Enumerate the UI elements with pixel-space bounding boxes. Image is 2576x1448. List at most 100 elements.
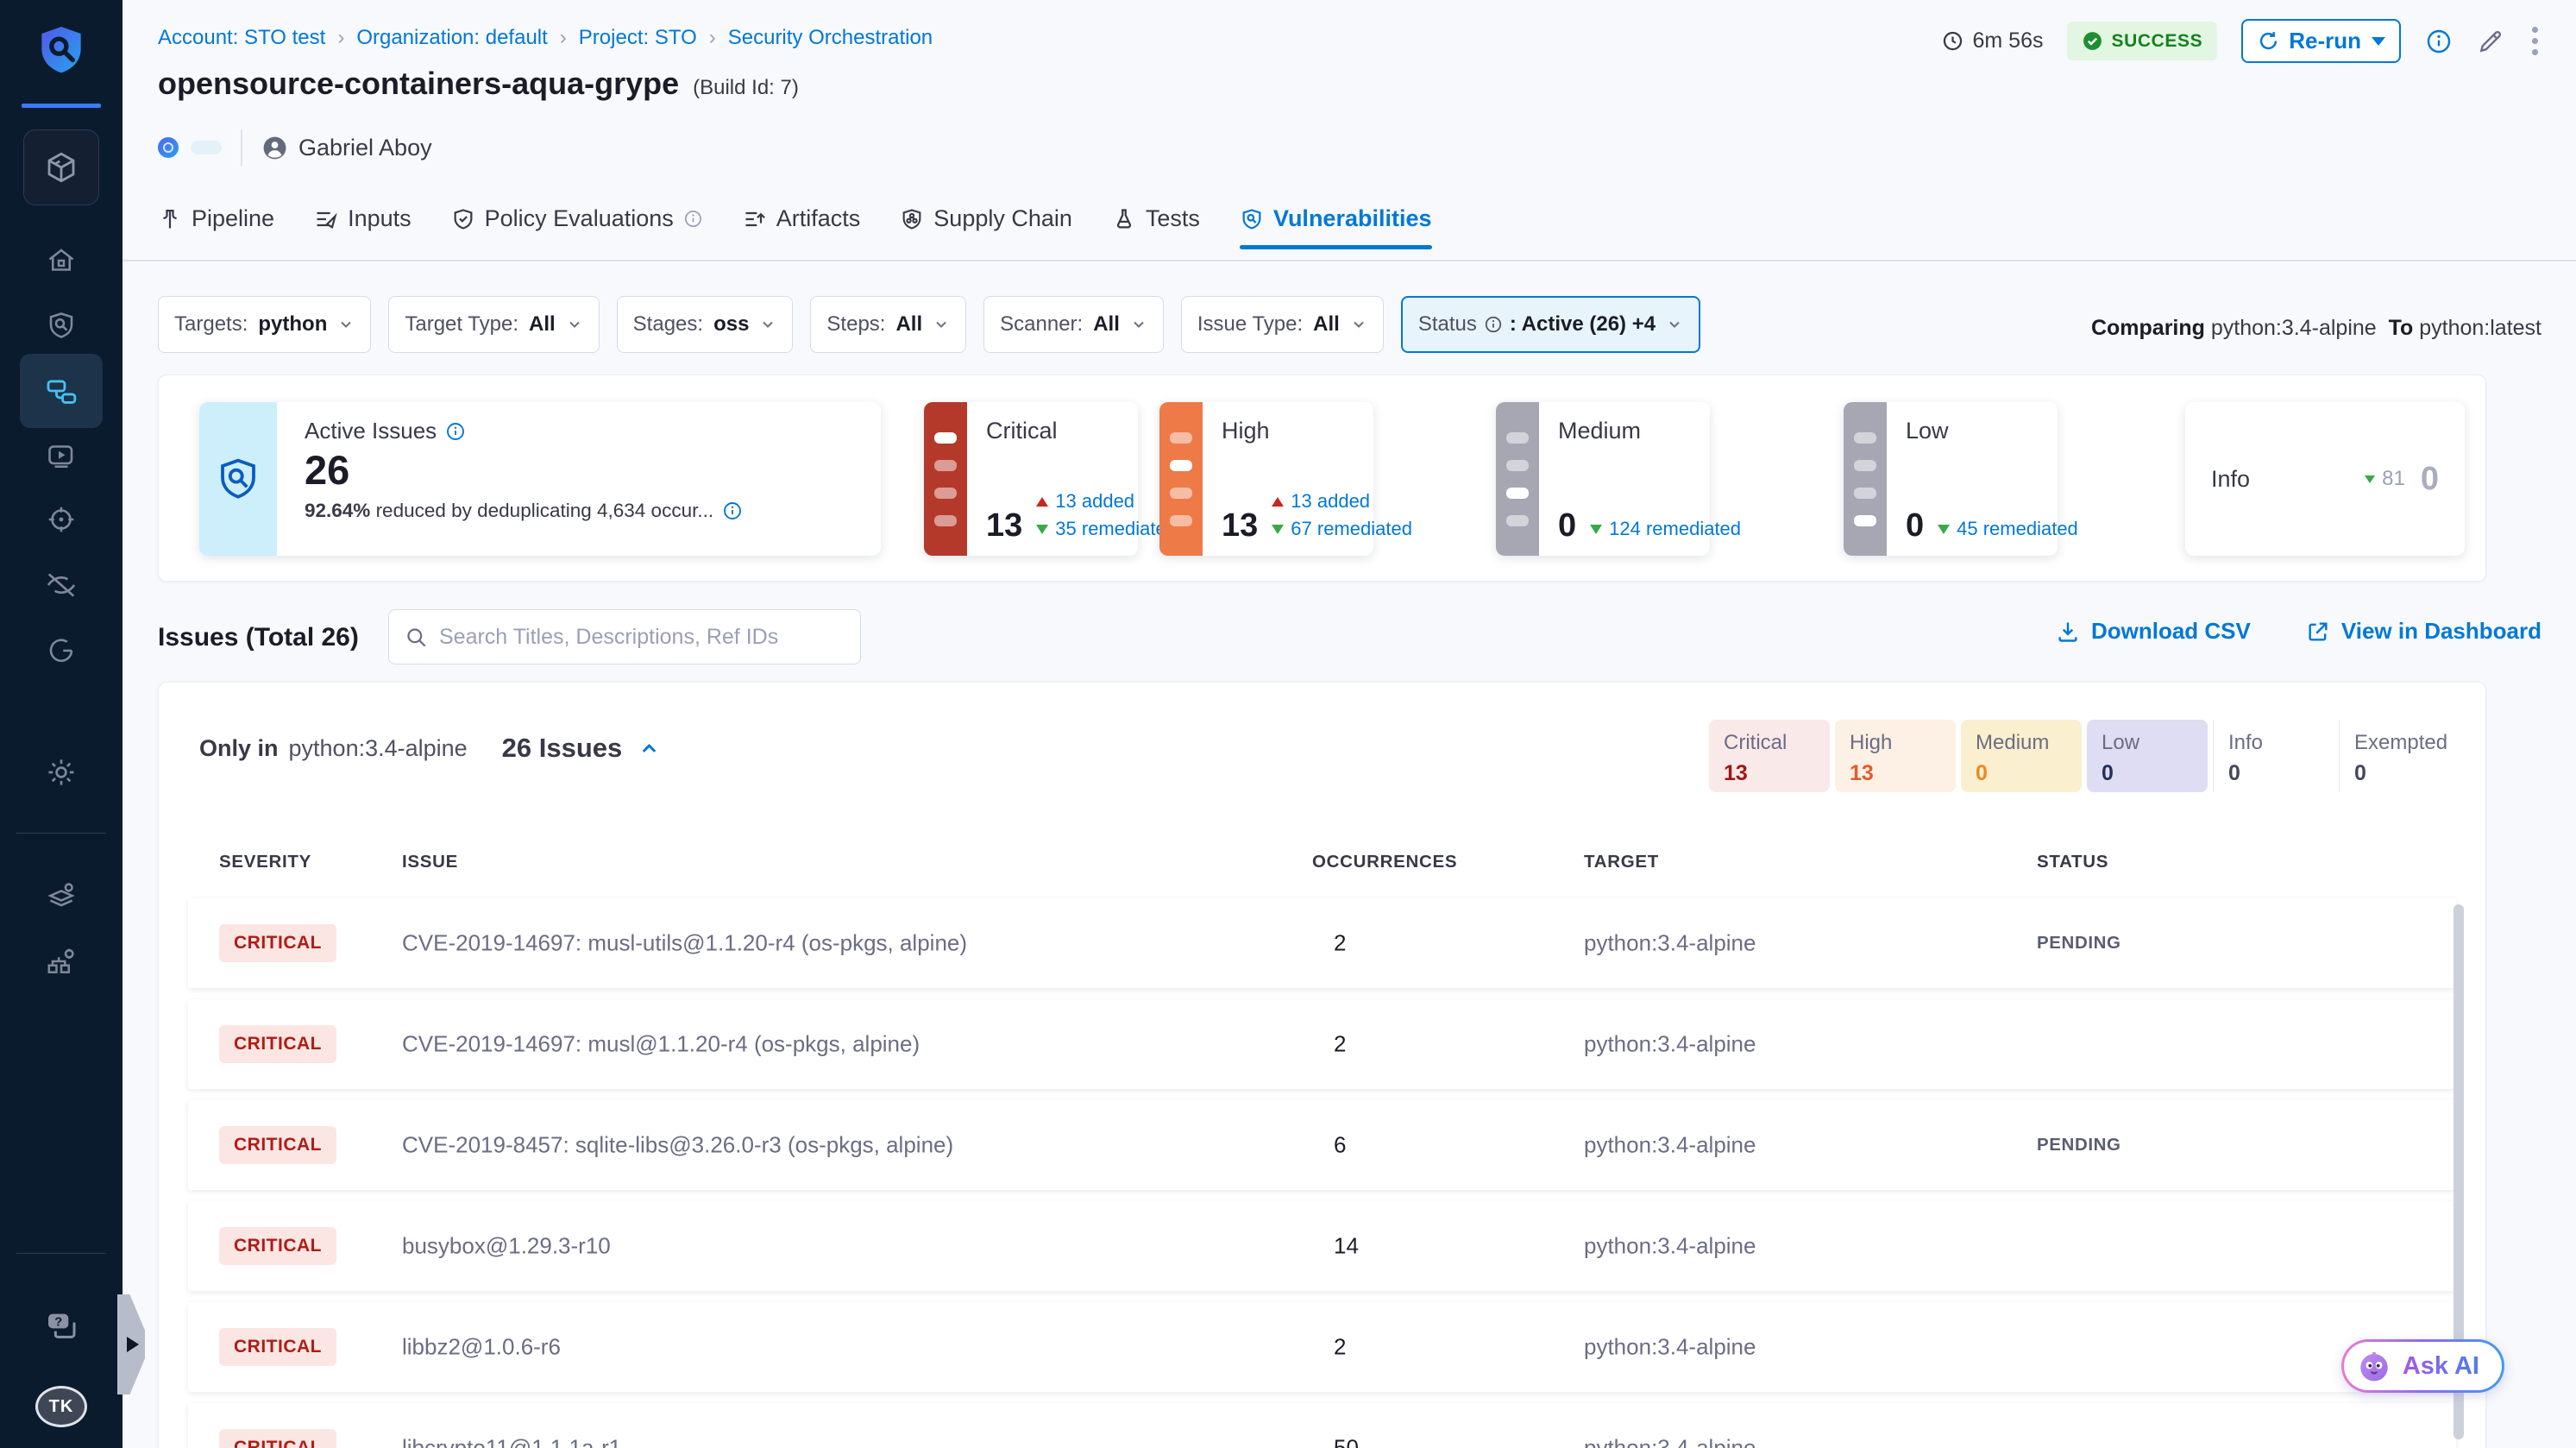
execution-meta-row: Gabriel Aboy (158, 129, 432, 166)
table-row[interactable]: CRITICAL CVE-2019-14697: musl@1.1.20-r4 … (188, 999, 2456, 1089)
info-icon[interactable] (2425, 28, 2453, 55)
filter-issue-type[interactable]: Issue Type:All (1181, 296, 1384, 353)
sidebar-item-settings[interactable] (20, 741, 103, 803)
harness-sto-logo[interactable] (34, 22, 89, 79)
tab-inputs[interactable]: Inputs (314, 205, 412, 248)
info-icon[interactable] (722, 501, 743, 521)
search-input[interactable] (439, 625, 845, 650)
clock-icon (1941, 29, 1964, 53)
sidebar-item-pipelines-active[interactable] (20, 354, 103, 428)
filter-status[interactable]: Status : Active (26) +4 (1401, 296, 1700, 353)
sidebar-item-home[interactable] (20, 230, 103, 292)
sidebar-item-targets[interactable] (20, 488, 103, 551)
tab-policy-evaluations[interactable]: Policy Evaluations (451, 205, 703, 248)
download-csv-link[interactable]: Download CSV (2056, 618, 2251, 645)
sidebar-item-getting-started[interactable] (20, 620, 103, 682)
sidebar-item-exemptions[interactable] (20, 554, 103, 616)
vulnerabilities-shield-icon (1240, 207, 1264, 231)
tab-pipeline[interactable]: Pipeline (158, 205, 274, 248)
rerun-button[interactable]: Re-run (2241, 19, 2401, 63)
chip-exempted[interactable]: Exempted0 (2339, 720, 2460, 792)
chip-medium[interactable]: Medium0 (1961, 720, 2082, 792)
breadcrumb-organization[interactable]: Organization: default (356, 26, 547, 50)
sidebar-item-executions[interactable] (20, 425, 103, 487)
more-options-menu[interactable] (2529, 23, 2541, 59)
chip-low[interactable]: Low0 (2087, 720, 2208, 792)
critical-added[interactable]: 13 added (1036, 490, 1177, 513)
status-cell: PENDING (2037, 1135, 2121, 1155)
module-cube-icon (43, 149, 79, 186)
tab-tests[interactable]: Tests (1112, 205, 1200, 248)
col-severity: SEVERITY (219, 852, 311, 872)
table-row[interactable]: CRITICAL CVE-2019-14697: musl-utils@1.1.… (188, 898, 2456, 988)
sidebar-item-help[interactable]: ? (20, 1294, 103, 1357)
table-row[interactable]: CRITICAL busybox@1.29.3-r10 14 python:3.… (188, 1201, 2456, 1291)
col-occurrences: OCCURRENCES (1312, 852, 1457, 872)
chevron-up-icon[interactable] (638, 737, 661, 760)
filter-steps[interactable]: Steps:All (810, 296, 966, 353)
chip-high[interactable]: High13 (1835, 720, 1956, 792)
breadcrumb-account[interactable]: Account: STO test (158, 26, 325, 50)
active-issues-icon-block (199, 402, 277, 556)
triangle-down-icon (1036, 525, 1048, 534)
ask-ai-button[interactable]: Ask AI (2341, 1339, 2504, 1393)
module-selector-button[interactable] (23, 129, 99, 205)
external-link-icon (2306, 620, 2330, 644)
occurrences-cell: 50 (1334, 1435, 1359, 1448)
nav-accent-bar (22, 104, 101, 108)
filter-target-type[interactable]: Target Type:All (388, 296, 599, 353)
high-added[interactable]: 13 added (1272, 490, 1412, 513)
issue-cell: CVE-2019-14697: musl-utils@1.1.20-r4 (os… (402, 930, 967, 957)
caret-down-icon (2372, 37, 2385, 46)
executions-play-icon (46, 440, 77, 471)
high-card[interactable]: High 13 13 added 67 remediated (1159, 402, 1373, 556)
table-row[interactable]: CRITICAL libcrypto11@1.1.1a-r1 50 python… (188, 1403, 2456, 1448)
issues-actions: Download CSV View in Dashboard (2056, 618, 2541, 645)
sidebar-item-project-setup[interactable] (20, 865, 103, 927)
critical-card[interactable]: Critical 13 13 added 35 remediated (924, 402, 1138, 556)
user-icon (261, 135, 288, 161)
table-row[interactable]: CRITICAL CVE-2019-8457: sqlite-libs@3.26… (188, 1100, 2456, 1190)
nav-divider (16, 1253, 106, 1254)
chevron-down-icon (337, 316, 355, 333)
col-status: STATUS (2037, 852, 2108, 872)
low-remediated[interactable]: 45 remediated (1938, 518, 2078, 540)
vertical-divider (241, 129, 242, 166)
filter-targets[interactable]: Targets:python (158, 296, 371, 353)
issues-search[interactable] (388, 609, 861, 664)
filter-scanner[interactable]: Scanner:All (983, 296, 1164, 353)
filter-stages[interactable]: Stages:oss (617, 296, 794, 353)
sidebar-item-org-setup[interactable] (20, 930, 103, 992)
chip-info[interactable]: Info0 (2213, 720, 2334, 792)
critical-count: 13 (986, 509, 1022, 542)
table-row[interactable]: CRITICAL libbz2@1.0.6-r6 2 python:3.4-al… (188, 1302, 2456, 1392)
active-issues-card[interactable]: Active Issues 26 92.64% reduced by dedup… (199, 402, 881, 556)
target-cell: python:3.4-alpine (1584, 1435, 1756, 1448)
sidebar-item-security-tests[interactable] (20, 294, 103, 356)
chip-critical[interactable]: Critical13 (1709, 720, 1830, 792)
pipelines-icon (45, 375, 78, 407)
info-icon (1484, 315, 1503, 334)
build-id: (Build Id: 7) (693, 76, 799, 100)
medium-remediated[interactable]: 124 remediated (1590, 518, 1741, 540)
tab-vulnerabilities[interactable]: Vulnerabilities (1240, 205, 1432, 248)
edit-pencil-icon[interactable] (2477, 28, 2504, 55)
tab-artifacts[interactable]: Artifacts (743, 205, 861, 248)
breadcrumb-project[interactable]: Project: STO (579, 26, 697, 50)
occurrences-cell: 2 (1334, 1031, 1346, 1058)
breadcrumb-module[interactable]: Security Orchestration (728, 26, 933, 50)
target-cell: python:3.4-alpine (1584, 930, 1756, 957)
tab-supply-chain[interactable]: Supply Chain (900, 205, 1072, 248)
high-remediated[interactable]: 67 remediated (1272, 518, 1412, 540)
critical-remediated[interactable]: 35 remediated (1036, 518, 1177, 540)
chevron-down-icon (1130, 316, 1147, 333)
info-icon[interactable] (445, 421, 466, 442)
user-avatar[interactable]: TK (35, 1386, 87, 1427)
issues-group-header[interactable]: Only in python:3.4-alpine 26 Issues (199, 733, 661, 764)
medium-card[interactable]: Medium 0 124 remediated (1496, 402, 1710, 556)
target-cell: python:3.4-alpine (1584, 1031, 1756, 1058)
low-card[interactable]: Low 0 45 remediated (1844, 402, 2058, 556)
view-in-dashboard-link[interactable]: View in Dashboard (2306, 618, 2541, 645)
info-card[interactable]: Info 81 0 (2185, 402, 2465, 556)
high-count: 13 (1222, 509, 1258, 542)
